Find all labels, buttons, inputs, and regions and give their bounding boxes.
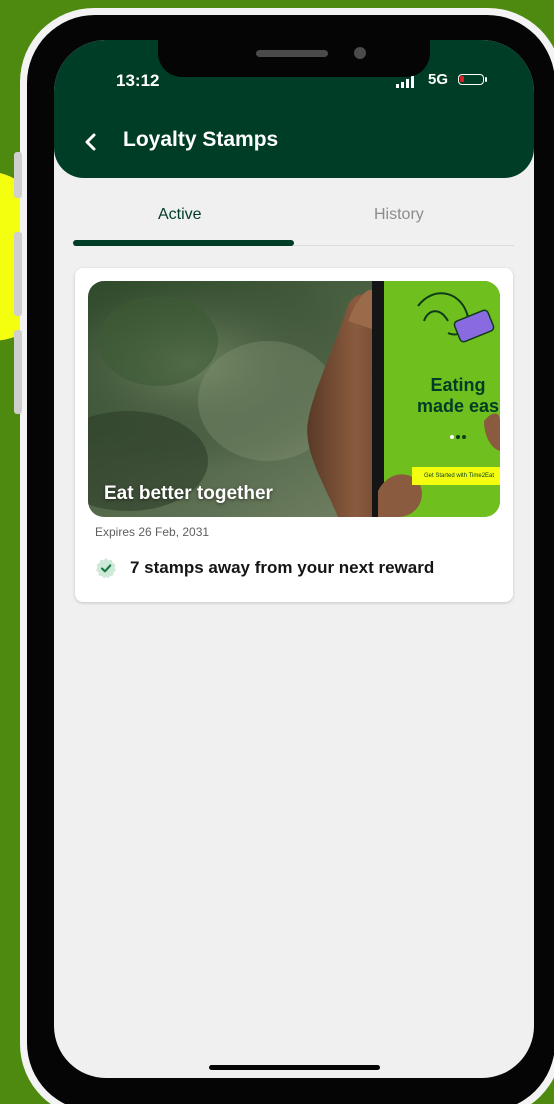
signal-icon — [396, 76, 418, 88]
reward-message: 7 stamps away from your next reward — [130, 558, 435, 577]
phone-notch — [158, 40, 430, 77]
tab-active[interactable]: Active — [158, 206, 202, 224]
verified-badge-icon — [96, 558, 116, 579]
promo-headline-line1: Eating — [430, 375, 486, 395]
phone-side-button — [14, 152, 22, 198]
tab-history[interactable]: History — [374, 206, 424, 224]
phone-side-button — [14, 232, 22, 316]
chevron-left-icon — [85, 133, 96, 151]
loyalty-card[interactable]: Eating made eas Get Started with Time2Ea… — [75, 268, 513, 602]
phone-side-button — [14, 330, 22, 414]
battery-icon — [458, 74, 484, 85]
front-camera — [354, 47, 366, 59]
tab-indicator — [73, 240, 294, 246]
status-time: 13:12 — [116, 71, 160, 90]
reward-status: 7 stamps away from your next reward — [95, 556, 434, 580]
promo-cta: Get Started with Time2Eat — [412, 467, 500, 485]
promo-headline-line2: made eas — [416, 396, 500, 416]
speaker-grille — [256, 50, 328, 57]
banner-caption: Eat better together — [104, 483, 273, 504]
promo-headline: Eating made eas — [408, 375, 500, 417]
page-title: Loyalty Stamps — [123, 128, 279, 151]
home-indicator[interactable] — [209, 1065, 380, 1070]
battery-cap — [485, 77, 487, 82]
back-button[interactable] — [76, 128, 104, 156]
stage: 13:12 5G Loyalty Stamps Active History E… — [0, 0, 554, 1104]
promo-banner-image: Eating made eas Get Started with Time2Ea… — [88, 281, 500, 517]
network-type: 5G — [428, 71, 449, 88]
expiry-date: Expires 26 Feb, 2031 — [95, 525, 210, 539]
app-screen: 13:12 5G Loyalty Stamps Active History E… — [54, 40, 534, 1078]
